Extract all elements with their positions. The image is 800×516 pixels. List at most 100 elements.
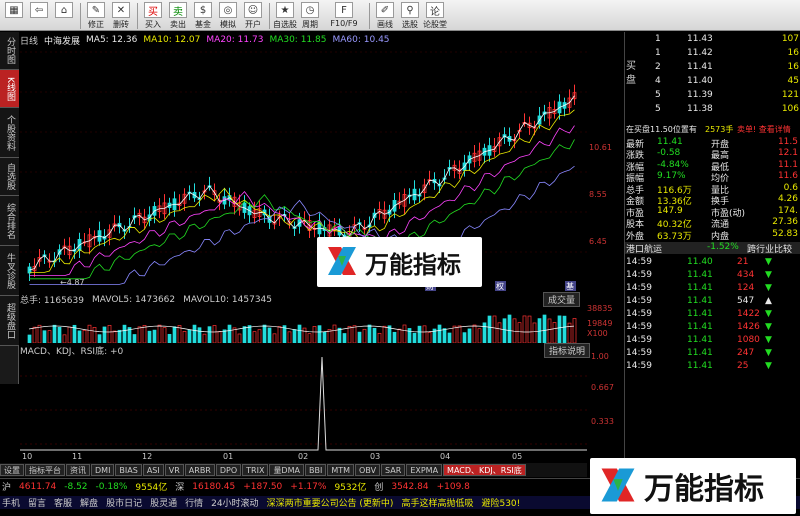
arrow-down-icon: ▼	[765, 270, 772, 280]
toolbar-button-delete[interactable]: ✕ 删砖	[109, 1, 133, 30]
period-label[interactable]: 日线	[20, 34, 38, 47]
toolbar-button-watchlist[interactable]: ★ 自选股	[273, 1, 297, 30]
order-book-row[interactable]: 1 11.42 16	[625, 48, 800, 60]
sector-name: 港口航运	[626, 245, 663, 255]
edit-icon: ✎	[87, 2, 105, 18]
volume-bar	[377, 332, 382, 343]
toolbar-separator	[80, 3, 81, 29]
left-tab[interactable]: 综合排名	[0, 196, 19, 246]
kline-chart[interactable]: ←4.87财权基	[20, 47, 587, 292]
index-field: 16180.45	[192, 481, 236, 492]
stock-name: 中海发展	[44, 36, 81, 47]
toolbar-button-draw[interactable]: ✐ 画线	[373, 1, 397, 30]
toolbar-button-back-arrow[interactable]: ⇦	[27, 1, 51, 30]
news-item[interactable]: 股市日记	[106, 496, 142, 509]
indicator-tab[interactable]: DMI	[91, 464, 115, 476]
indicator-tab[interactable]: SAR	[381, 464, 406, 476]
price-tick: 6.45	[589, 237, 607, 246]
indicator-tab[interactable]: ARBR	[184, 464, 215, 476]
indicator-tab[interactable]: BIAS	[115, 464, 142, 476]
toolbar-button-sell[interactable]: 卖卖出	[166, 1, 190, 30]
news-item[interactable]: 解盘	[80, 496, 98, 509]
order-book-row[interactable]: 4 11.40 45	[625, 76, 800, 88]
indicator-tab[interactable]: OBV	[355, 464, 381, 476]
low-marker: ←4.87	[60, 278, 85, 287]
indicator-tab[interactable]: VR	[164, 464, 184, 476]
indicator-chart[interactable]	[20, 356, 587, 451]
volume-bar	[517, 322, 522, 343]
volume-bar	[247, 325, 252, 343]
toolbar-button-forum[interactable]: 论论股堂	[423, 1, 447, 30]
news-item[interactable]: 深深两市重要公司公告 (更新中)	[267, 496, 394, 509]
volume-bar	[407, 328, 412, 343]
mavol5-value: MAVOL5: 1473662	[91, 294, 176, 305]
volume-bar	[442, 328, 447, 343]
toolbar-button-account[interactable]: ☺ 开户	[241, 1, 265, 30]
indicator-tab[interactable]: 设置	[0, 464, 24, 476]
left-tab[interactable]: 牛叉诊股	[0, 246, 19, 296]
volume-chart[interactable]	[20, 305, 587, 343]
news-item[interactable]: 留言	[28, 496, 46, 509]
indicator-tab[interactable]: DPO	[215, 464, 242, 476]
left-tab[interactable]: 个股资料	[0, 108, 19, 158]
arrow-down-icon: ▼	[765, 309, 772, 319]
toolbar-button-select-stock[interactable]: ⚲ 选股	[398, 1, 422, 30]
price-axis: 10.61 8.55 6.45 38835 19849 X100 1.00 0.…	[587, 47, 623, 447]
watermark-center: 万能指标	[317, 237, 482, 287]
order-alert[interactable]: 在买盘11.50位置有 2573手 卖单! 查看详情	[625, 124, 800, 136]
sector-row[interactable]: 港口航运 -1.52% 跨行业比较	[625, 242, 800, 255]
alert-link[interactable]: 卖单! 查看详情	[737, 124, 791, 135]
order-volume: 45	[787, 76, 799, 86]
indicator-tab[interactable]: TRIX	[242, 464, 269, 476]
toolbar-button-grid[interactable]: ▦	[2, 1, 26, 30]
toolbar-button-edit[interactable]: ✎ 修正	[84, 1, 108, 30]
left-tab[interactable]: 自选股	[0, 158, 19, 196]
event-tag-label[interactable]: 基	[566, 281, 574, 291]
tick-volume: 21	[737, 257, 749, 267]
volume-bar	[302, 327, 307, 343]
volume-bar	[532, 322, 537, 343]
indicator-tab[interactable]: EXPMA	[406, 464, 443, 476]
tick-volume: 1426	[737, 322, 760, 332]
cross-industry-link[interactable]: 跨行业比较	[747, 242, 792, 255]
indicator-tab[interactable]: 资讯	[66, 464, 90, 476]
left-tab[interactable]: K线图	[0, 70, 19, 108]
toolbar-button-simulate[interactable]: ◎ 模拟	[216, 1, 240, 30]
volume-bar	[117, 329, 122, 343]
indicator-tab[interactable]: BBI	[304, 464, 327, 476]
news-item[interactable]: 手机	[2, 496, 20, 509]
order-book-row[interactable]: 5 11.39 121	[625, 90, 800, 102]
volume-bar	[372, 327, 377, 343]
news-item[interactable]: 24小时滚动	[211, 496, 258, 509]
indicator-tab[interactable]: ASI	[142, 464, 164, 476]
news-item[interactable]: 行情	[185, 496, 203, 509]
indicator-tab[interactable]: 指标平台	[25, 464, 65, 476]
volume-bar	[172, 326, 177, 343]
order-book-row[interactable]: 5 11.38 106	[625, 104, 800, 116]
macd-tick: 0.667	[591, 383, 614, 392]
volume-bar	[357, 331, 362, 343]
indicator-tab[interactable]: 量DMA	[269, 464, 304, 476]
index-field: +109.8	[436, 481, 470, 492]
toolbar-button-label: 修正	[88, 20, 104, 29]
order-book-row[interactable]: 1 11.43 107	[625, 34, 800, 46]
toolbar-button-fund[interactable]: $ 基金	[191, 1, 215, 30]
toolbar-button-home[interactable]: ⌂	[52, 1, 76, 30]
toolbar-button-buy[interactable]: 买买入	[141, 1, 165, 30]
news-item[interactable]: 避险530!	[481, 496, 520, 509]
tick-time: 14:59	[626, 270, 652, 280]
volume-bar	[97, 334, 102, 343]
event-tag-label[interactable]: 权	[496, 281, 504, 291]
toolbar-button-period[interactable]: ◷ 周期	[298, 1, 322, 30]
indicator-tab[interactable]: MACD、KDJ、RSI底	[443, 464, 526, 476]
left-tab[interactable]: 分时图	[0, 32, 19, 70]
news-item[interactable]: 高手这样高抛低吸	[401, 496, 473, 509]
left-tab[interactable]: 超级盘口	[0, 296, 19, 346]
toolbar-button-f10[interactable]: F F10/F9	[323, 1, 365, 30]
order-book-row[interactable]: 2 11.41 16	[625, 62, 800, 74]
news-item[interactable]: 股灵通	[150, 496, 177, 509]
tick-price: 11.41	[687, 361, 713, 371]
watermark-text: 万能指标	[644, 472, 764, 507]
indicator-tab[interactable]: MTM	[327, 464, 355, 476]
news-item[interactable]: 客服	[54, 496, 72, 509]
